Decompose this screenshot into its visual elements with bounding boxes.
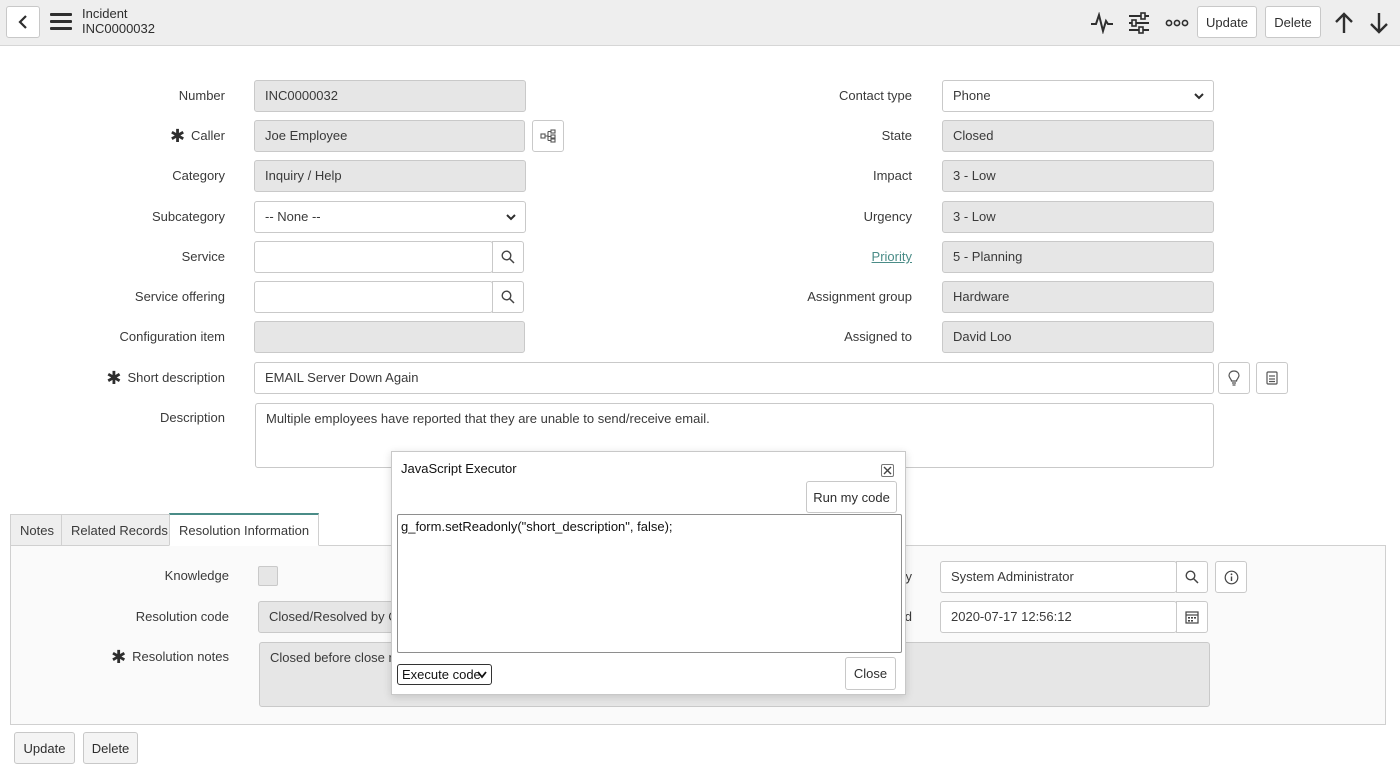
resolution-notes-label: ✱ Resolution notes (111, 647, 229, 667)
arrow-up-icon[interactable] (1331, 10, 1357, 36)
caller-hierarchy-button[interactable] (532, 120, 564, 152)
footer-delete-button[interactable]: Delete (83, 732, 138, 764)
search-icon (501, 290, 515, 304)
configuration-item-field[interactable] (254, 321, 525, 353)
required-icon: ✱ (169, 126, 186, 146)
subcategory-label: Subcategory (152, 209, 225, 224)
calendar-button[interactable] (1176, 601, 1208, 633)
chevron-down-icon (1194, 93, 1204, 100)
table-name: Incident (82, 6, 128, 21)
service-offering-label: Service offering (134, 289, 225, 304)
back-button[interactable] (6, 6, 40, 38)
configuration-item-label: Configuration item (119, 329, 226, 344)
knowledge-checkbox[interactable] (258, 566, 278, 586)
execution-mode-select[interactable]: Execute code (397, 664, 492, 685)
service-lookup-button[interactable] (492, 241, 524, 273)
short-description-input[interactable]: EMAIL Server Down Again (254, 362, 1214, 394)
resolved-by-info-button[interactable] (1215, 561, 1247, 593)
description-label: Description (159, 410, 225, 425)
hierarchy-icon (540, 129, 556, 143)
tab-resolution-information[interactable]: Resolution Information (169, 513, 320, 546)
assignment-group-field[interactable]: Hardware (942, 281, 1214, 313)
required-icon: ✱ (111, 647, 127, 667)
chevron-left-icon (18, 15, 27, 29)
tab-related-records[interactable]: Related Records (61, 514, 178, 546)
form-header: Incident INC0000032 Update Delete (0, 0, 1400, 46)
urgency-label: Urgency (863, 209, 912, 224)
service-offering-lookup-button[interactable] (492, 281, 524, 313)
footer-update-button[interactable]: Update (14, 732, 75, 764)
contact-type-select[interactable]: Phone (942, 80, 1214, 112)
subcategory-select[interactable]: -- None -- (254, 201, 526, 233)
service-offering-input[interactable] (254, 281, 493, 313)
impact-field[interactable]: 3 - Low (942, 160, 1214, 192)
suggestion-button[interactable] (1218, 362, 1250, 394)
state-field[interactable]: Closed (942, 120, 1214, 152)
close-icon[interactable] (881, 464, 894, 477)
category-label: Category (172, 168, 225, 183)
activity-icon[interactable] (1089, 10, 1115, 36)
search-icon (1185, 570, 1199, 584)
dialog-title: JavaScript Executor (401, 461, 517, 476)
number-label: Number (178, 88, 225, 103)
caller-label: ✱ Caller (169, 126, 225, 146)
chevron-down-icon (506, 214, 516, 221)
service-label: Service (181, 249, 225, 264)
resolved-date-input[interactable]: 2020-07-17 12:56:12 (940, 601, 1177, 633)
short-description-label: ✱ Short description (106, 368, 225, 388)
more-options-icon[interactable] (1164, 10, 1190, 36)
assigned-to-label: Assigned to (844, 329, 912, 344)
assignment-group-label: Assignment group (807, 289, 912, 304)
close-button[interactable]: Close (845, 657, 896, 690)
urgency-field[interactable]: 3 - Low (942, 201, 1214, 233)
state-label: State (881, 128, 912, 143)
record-title: Incident INC0000032 (82, 6, 155, 36)
number-field: INC0000032 (254, 80, 526, 112)
menu-icon[interactable] (50, 13, 72, 31)
resolution-code-label: Resolution code (135, 609, 229, 624)
delete-button[interactable]: Delete (1265, 6, 1321, 38)
record-number: INC0000032 (82, 21, 155, 36)
info-icon (1224, 570, 1238, 584)
settings-sliders-icon[interactable] (1126, 10, 1152, 36)
category-field[interactable]: Inquiry / Help (254, 160, 526, 192)
tab-notes[interactable]: Notes (10, 514, 64, 546)
resolved-by-lookup-button[interactable] (1176, 561, 1208, 593)
service-input[interactable] (254, 241, 493, 273)
search-icon (501, 250, 515, 264)
assigned-to-field[interactable]: David Loo (942, 321, 1214, 353)
template-button[interactable] (1256, 362, 1288, 394)
code-editor[interactable]: g_form.setReadonly("short_description", … (397, 514, 902, 653)
run-my-code-button[interactable]: Run my code (806, 481, 897, 513)
resolved-by-input[interactable]: System Administrator (940, 561, 1177, 593)
knowledge-label: Knowledge (164, 568, 229, 583)
chevron-down-icon (477, 671, 487, 679)
priority-label[interactable]: Priority (720, 241, 912, 273)
lightbulb-icon (1228, 370, 1240, 386)
caller-field[interactable]: Joe Employee (254, 120, 525, 152)
calendar-icon (1185, 611, 1199, 624)
document-icon (1266, 371, 1278, 385)
contact-type-label: Contact type (839, 88, 912, 103)
arrow-down-icon[interactable] (1366, 10, 1392, 36)
impact-label: Impact (872, 168, 912, 183)
required-icon: ✱ (106, 368, 122, 388)
update-button[interactable]: Update (1197, 6, 1257, 38)
priority-field: 5 - Planning (942, 241, 1214, 273)
javascript-executor-dialog: JavaScript Executor Run my code g_form.s… (391, 451, 906, 695)
